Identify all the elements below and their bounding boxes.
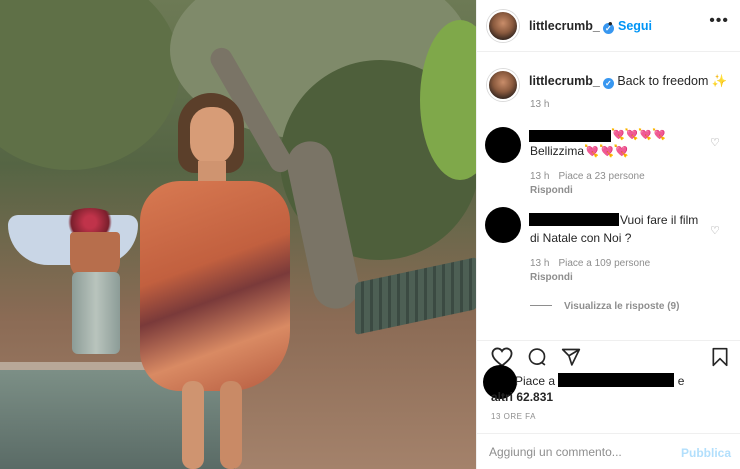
comment-likes[interactable]: Piace a 109 persone (558, 258, 650, 269)
username-text[interactable]: littlecrumb_ (529, 19, 600, 33)
person-dress (140, 181, 290, 391)
header-username[interactable]: littlecrumb_ ✓ (529, 19, 614, 34)
comment-text: Bellizzima💘💘💘 (530, 144, 629, 158)
comment-meta: 13 h Piace a 109 persone (530, 258, 659, 269)
redacted-liker (558, 373, 675, 387)
redacted-username (529, 213, 619, 226)
avatar[interactable] (487, 10, 519, 42)
view-replies-button[interactable]: Visualizza le risposte (9) (530, 301, 679, 312)
post-side-panel: littlecrumb_ ✓ • Segui ••• littlecrumb_ ✓ … (476, 0, 740, 469)
caption-username[interactable]: littlecrumb_ (529, 74, 600, 88)
comment-like-icon[interactable]: ♡ (710, 136, 720, 149)
comment-avatar[interactable] (485, 127, 521, 163)
comment-input[interactable] (489, 442, 679, 462)
post-photo[interactable] (0, 0, 476, 469)
likes-prefix: Piace a (515, 374, 556, 388)
likes-line[interactable]: Piace a e (515, 373, 684, 388)
comment-text-line2: di Natale con Noi ? (530, 231, 632, 245)
person-leg (220, 381, 242, 469)
bookmark-icon[interactable] (711, 347, 729, 367)
likes-others[interactable]: altri 62.831 (491, 390, 553, 404)
comment-icon[interactable] (527, 347, 547, 367)
caption-body: Back to freedom ✨ (617, 74, 728, 88)
likes-suffix: e (677, 374, 685, 388)
reply-button[interactable]: Rispondi (530, 185, 573, 196)
caption-time: 13 h (530, 99, 550, 110)
caption-avatar[interactable] (487, 69, 519, 101)
comment-like-icon[interactable]: ♡ (710, 224, 720, 237)
person-face (190, 107, 234, 165)
verified-badge-icon: ✓ (602, 78, 614, 89)
publish-button[interactable]: Pubblica (681, 446, 731, 460)
comment-text-line1: Vuoi fare il film (620, 213, 699, 227)
separator-dot: • (608, 16, 613, 31)
more-options-icon[interactable]: ••• (709, 12, 729, 30)
view-replies-label[interactable]: Visualizza le risposte (9) (564, 301, 679, 312)
share-icon[interactable] (561, 347, 581, 367)
follow-button[interactable]: Segui (618, 19, 652, 33)
lounge-chair (355, 257, 476, 335)
reply-button[interactable]: Rispondi (530, 272, 573, 283)
action-bar (477, 340, 740, 374)
redacted-username (529, 130, 611, 142)
heart-icon[interactable] (491, 347, 513, 367)
pedestal (72, 272, 120, 354)
post-header: littlecrumb_ ✓ • Segui ••• (477, 0, 740, 52)
comment-time: 13 h (530, 171, 550, 182)
person (120, 85, 300, 469)
comment-box: Pubblica (477, 433, 740, 469)
comment-time: 13 h (530, 258, 550, 269)
comment-likes[interactable]: Piace a 23 persone (558, 171, 644, 182)
post-time[interactable]: 13 ORE FA (491, 412, 536, 421)
view-replies-line (530, 305, 552, 306)
caption-text: littlecrumb_ ✓ Back to freedom ✨ (529, 74, 727, 89)
person-leg (182, 381, 204, 469)
comment-meta: 13 h Piace a 23 persone (530, 171, 654, 182)
comment-avatar[interactable] (485, 207, 521, 243)
